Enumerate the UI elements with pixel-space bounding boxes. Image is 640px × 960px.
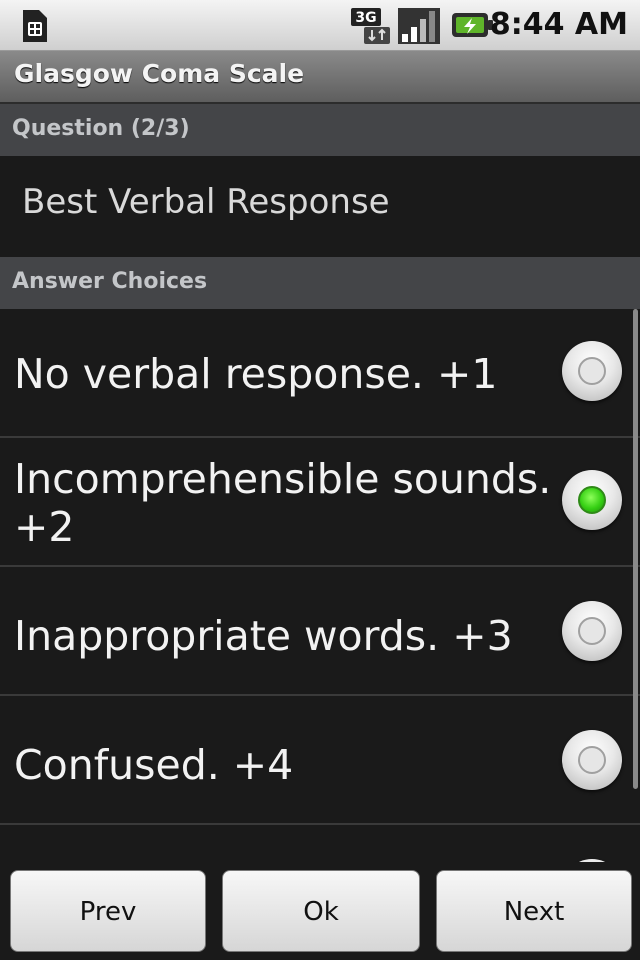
answer-list: No verbal response. +1 Incomprehensible … [0,309,640,862]
next-button[interactable]: Next [436,870,632,952]
svg-text:3G: 3G [355,10,376,26]
answer-option-2[interactable]: Incomprehensible sounds. +2 [0,438,640,567]
ok-button[interactable]: Ok [222,870,420,952]
answer-label: Incomprehensible sounds. +2 [14,455,552,551]
answer-label: Confused. +4 [14,741,294,789]
list-scrollbar[interactable] [633,309,638,789]
answer-option-3[interactable]: Inappropriate words. +3 [0,567,640,696]
answer-label: No verbal response. +1 [14,350,498,398]
answers-header-label: Answer Choices [12,269,208,294]
radio-dot-icon [578,746,606,774]
status-bar: 3G 8:44 AM [0,0,640,51]
app-title: Glasgow Coma Scale [14,59,305,88]
answers-header: Answer Choices [0,257,640,309]
question-header: Question (2/3) [0,104,640,156]
button-bar: Prev Ok Next [0,862,640,960]
signal-strength-icon [398,8,440,44]
radio-dot-icon [578,617,606,645]
answer-option-1[interactable]: No verbal response. +1 [0,309,640,438]
radio-dot-icon [578,486,606,514]
question-text: Best Verbal Response [22,182,390,222]
answer-option-partial[interactable] [0,825,640,862]
answer-radio-3[interactable] [562,601,622,661]
radio-dot-icon [578,357,606,385]
status-clock: 8:44 AM [489,7,628,42]
battery-charging-icon [452,13,493,37]
answer-radio-2[interactable] [562,470,622,530]
answer-label: Inappropriate words. +3 [14,612,513,660]
answer-radio-4[interactable] [562,730,622,790]
answer-radio-1[interactable] [562,341,622,401]
answer-option-4[interactable]: Confused. +4 [0,696,640,825]
sim-card-icon [23,10,47,42]
question-area: Best Verbal Response [0,156,640,257]
question-header-label: Question (2/3) [12,116,190,141]
network-3g-icon: 3G [351,8,390,44]
app-title-bar: Glasgow Coma Scale [0,51,640,104]
prev-button[interactable]: Prev [10,870,206,952]
